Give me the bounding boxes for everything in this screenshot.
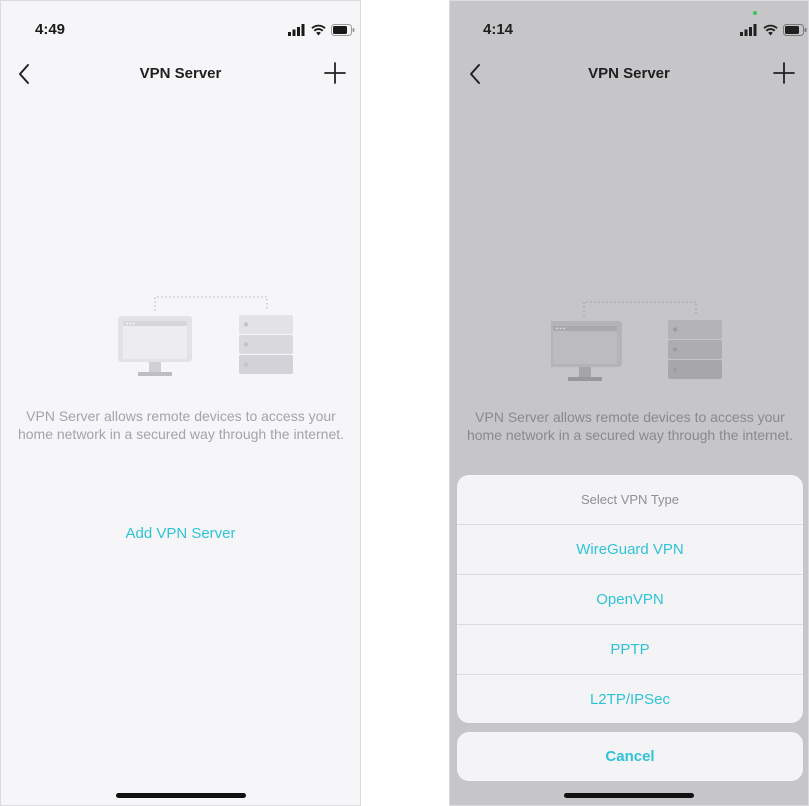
option-openvpn[interactable]: OpenVPN — [457, 575, 803, 625]
status-time: 4:14 — [483, 21, 514, 38]
battery-icon — [331, 24, 355, 36]
computer-icon — [551, 321, 622, 381]
option-pptp[interactable]: PPTP — [457, 625, 803, 675]
server-icon — [668, 320, 722, 379]
status-icons — [740, 23, 807, 37]
vpn-illustration — [551, 301, 722, 381]
description-text: VPN Server allows remote devices to acce… — [466, 409, 794, 443]
vpn-type-action-sheet: Select VPN Type WireGuard VPN OpenVPN PP… — [457, 475, 803, 723]
action-sheet-title: Select VPN Type — [457, 475, 803, 525]
signal-icon — [288, 24, 305, 36]
wifi-icon — [311, 24, 326, 36]
signal-icon — [740, 24, 757, 36]
cancel-button[interactable]: Cancel — [457, 732, 803, 781]
status-icons — [288, 23, 355, 37]
screen-vpn-server-select-type: 4:14 VPN Server VPN Server allows remote… — [449, 0, 809, 806]
vpn-illustration — [118, 296, 293, 376]
plus-icon[interactable] — [772, 61, 796, 85]
wifi-icon — [763, 24, 778, 36]
description-text: VPN Server allows remote devices to acce… — [17, 408, 345, 442]
privacy-indicator-dot — [753, 11, 757, 15]
home-indicator — [564, 793, 694, 798]
computer-icon — [118, 316, 192, 376]
option-wireguard-vpn[interactable]: WireGuard VPN — [457, 525, 803, 575]
page-title: VPN Server — [139, 65, 222, 82]
page-title: VPN Server — [588, 65, 670, 82]
plus-icon[interactable] — [323, 61, 347, 85]
battery-icon — [783, 24, 807, 36]
status-time: 4:49 — [35, 21, 66, 38]
server-icon — [239, 315, 293, 374]
option-l2tp-ipsec[interactable]: L2TP/IPSec — [457, 675, 803, 723]
add-vpn-server-link[interactable]: Add VPN Server — [1, 525, 360, 542]
home-indicator — [115, 793, 246, 798]
screen-vpn-server-empty: 4:49 VPN Server VPN Server allows remote… — [0, 0, 361, 806]
